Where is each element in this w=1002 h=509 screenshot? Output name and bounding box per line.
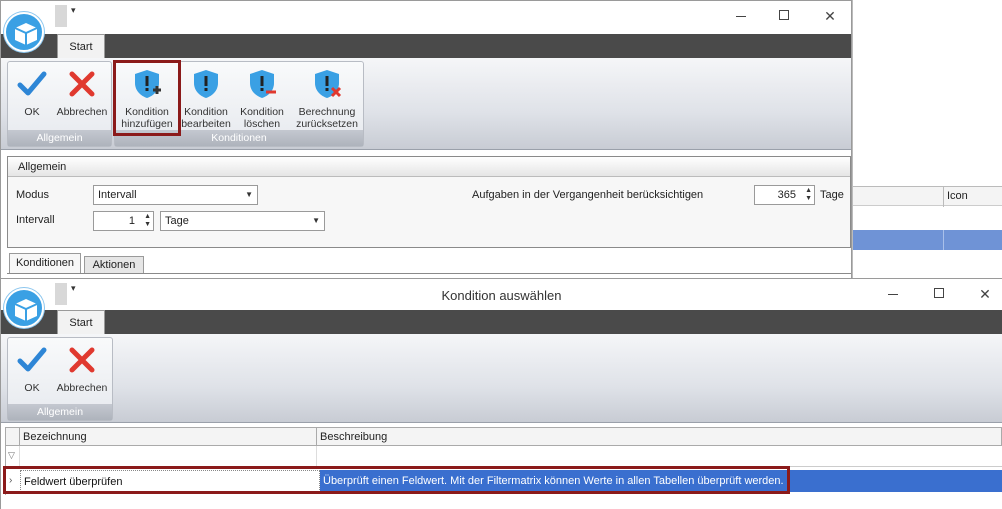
titlebar: ▾ ✕ (1, 1, 851, 33)
interval-stepper[interactable]: 1 ▲ ▼ (93, 211, 154, 231)
grid-header: Bezeichnung Beschreibung (5, 427, 1002, 446)
reset-calculation-button[interactable]: Berechnung zurücksetzen (291, 68, 363, 130)
minimize-button[interactable] (881, 284, 905, 304)
group-label-general: Allgemein (8, 404, 112, 420)
cancel-button[interactable]: Abbrechen (54, 68, 110, 118)
tab-start[interactable]: Start (57, 34, 105, 58)
cross-icon (66, 68, 98, 100)
qat-dropdown-icon[interactable]: ▾ (71, 5, 76, 16)
minimize-button[interactable] (729, 6, 753, 26)
annotation-highlight-add (113, 60, 181, 136)
tab-conditions[interactable]: Konditionen (9, 253, 81, 273)
condition-editor-window: ▾ ✕ Start OK Abbrechen Allgemein Konditi… (0, 0, 852, 280)
app-logo-icon[interactable] (4, 288, 44, 328)
ok-button[interactable]: OK (12, 68, 52, 118)
general-section: Allgemein Modus Intervall ▼ Intervall 1 … (7, 156, 851, 248)
close-button[interactable]: ✕ (818, 6, 842, 26)
edit-condition-button[interactable]: Kondition bearbeiten (177, 68, 235, 130)
ribbon-tabstrip: Start (1, 310, 1002, 334)
minimize-icon (888, 294, 898, 295)
filter-row[interactable]: ▽ (5, 446, 1002, 467)
maximize-icon (934, 288, 944, 298)
cancel-button[interactable]: Abbrechen (54, 344, 110, 394)
close-button[interactable]: ✕ (973, 284, 997, 304)
shield-edit-icon (190, 68, 222, 100)
checkmark-icon (16, 68, 48, 100)
filter-icon[interactable]: ▽ (8, 450, 15, 461)
background-selected-row[interactable] (853, 230, 1002, 250)
delete-condition-button[interactable]: Kondition löschen (235, 68, 289, 130)
app-logo-icon[interactable] (4, 12, 44, 52)
quick-access-toolbar[interactable] (55, 5, 67, 27)
background-app: Icon (852, 0, 1002, 280)
ok-button[interactable]: OK (12, 344, 52, 394)
close-icon: ✕ (824, 8, 836, 24)
column-icon-header[interactable]: Icon (947, 190, 968, 202)
mode-label: Modus (16, 189, 50, 201)
minimize-icon (736, 16, 746, 17)
past-tasks-unit: Tage (820, 189, 844, 201)
chevron-down-icon: ▼ (312, 216, 320, 225)
checkmark-icon (16, 344, 48, 376)
chevron-down-icon: ▼ (245, 190, 253, 199)
column-header-description[interactable]: Beschreibung (320, 431, 387, 443)
group-general: OK Abbrechen Allgemein (7, 337, 113, 421)
group-general: OK Abbrechen Allgemein (7, 61, 112, 147)
cross-icon (66, 344, 98, 376)
close-icon: ✕ (979, 286, 991, 302)
background-grid-header: Icon (853, 186, 1002, 207)
shield-minus-icon (246, 68, 278, 100)
section-title: Allgemein (8, 157, 850, 177)
interval-unit-select[interactable]: Tage ▼ (160, 211, 325, 231)
interval-label: Intervall (16, 214, 55, 226)
shield-reset-icon (311, 68, 343, 100)
past-tasks-label: Aufgaben in der Vergangenheit berücksich… (472, 189, 704, 201)
ribbon-tabstrip: Start (1, 34, 851, 58)
annotation-highlight-row (3, 466, 790, 494)
tab-start[interactable]: Start (57, 310, 105, 334)
column-header-name[interactable]: Bezeichnung (23, 431, 87, 443)
maximize-button[interactable] (927, 284, 951, 304)
titlebar: ▾ Kondition auswählen ✕ (1, 279, 1002, 311)
spinner-icon[interactable]: ▲ ▼ (802, 187, 812, 203)
ribbon: OK Abbrechen Allgemein (1, 334, 1002, 423)
spinner-icon[interactable]: ▲ ▼ (141, 213, 151, 229)
maximize-icon (779, 10, 789, 20)
ribbon: OK Abbrechen Allgemein Kondition hinzufü… (1, 58, 851, 150)
group-label-general: Allgemein (8, 130, 111, 146)
past-tasks-stepper[interactable]: 365 ▲ ▼ (754, 185, 815, 205)
tab-actions[interactable]: Aktionen (84, 256, 144, 273)
mode-select[interactable]: Intervall ▼ (93, 185, 258, 205)
window-title: Kondition auswählen (441, 288, 562, 303)
maximize-button[interactable] (772, 6, 796, 26)
